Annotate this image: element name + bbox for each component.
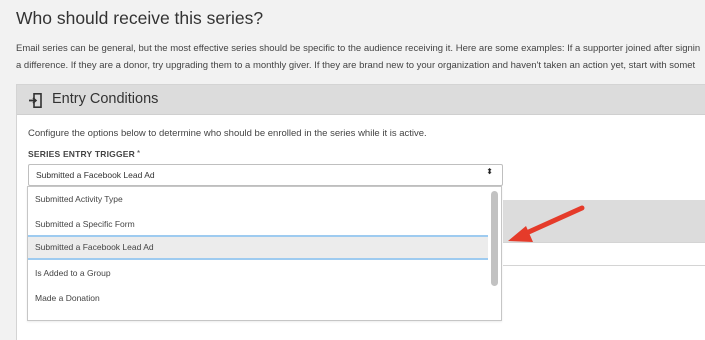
dropdown-option-selected[interactable]: Submitted a Facebook Lead Ad [28,235,488,260]
panel-title: Entry Conditions [52,91,159,107]
panel-description: Configure the options below to determine… [28,128,427,139]
dropdown-option[interactable]: Submitted Activity Type [28,187,488,212]
dropdown-option[interactable]: Is Added to a Group [28,261,488,286]
intro-text: Email series can be general, but the mos… [16,40,705,74]
entry-door-icon [29,93,42,108]
select-value: Submitted a Facebook Lead Ad [36,170,155,180]
scrollbar-thumb[interactable] [491,191,498,286]
page-title: Who should receive this series? [16,8,264,28]
dropdown-option[interactable]: Made a Donation [28,286,488,311]
annotation-arrow-icon [508,205,585,242]
panel-header: Entry Conditions [17,85,705,115]
dropdown-option[interactable]: Has Increased Score [28,311,488,320]
series-entry-trigger-label: SERIES ENTRY TRIGGER * [28,149,141,159]
trigger-options-dropdown: Submitted Activity Type Submitted a Spec… [27,186,502,321]
intro-line-2: a difference. If they are a donor, try u… [16,60,696,71]
dropdown-option[interactable]: Submitted a Specific Form [28,212,488,237]
select-arrows-icon: ⬍ [486,167,493,176]
required-marker: * [136,149,141,158]
intro-line-1: Email series can be general, but the mos… [16,43,701,54]
series-entry-trigger-select[interactable]: Submitted a Facebook Lead Ad ⬍ [28,164,503,186]
